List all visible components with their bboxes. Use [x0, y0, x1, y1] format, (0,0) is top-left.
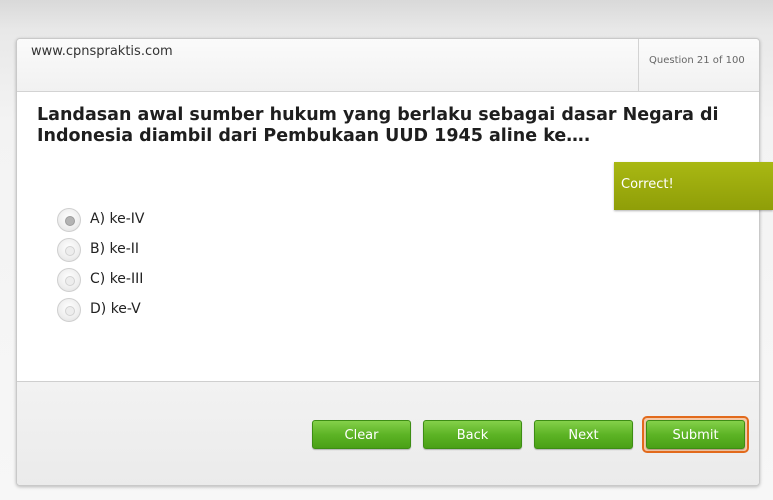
clear-button[interactable]: Clear	[312, 420, 411, 449]
submit-focus-ring: Submit	[642, 416, 749, 453]
radio-dot	[65, 216, 75, 226]
radio-option-b[interactable]	[57, 238, 81, 262]
option-c-label: C) ke-III	[90, 271, 144, 287]
question-text: Landasan awal sumber hukum yang berlaku …	[37, 105, 719, 146]
radio-dot	[65, 246, 75, 256]
option-a[interactable]: A) ke-IV	[57, 208, 257, 234]
option-d[interactable]: D) ke-V	[57, 298, 257, 324]
option-b-label: B) ke-II	[90, 241, 140, 257]
radio-option-c[interactable]	[57, 268, 81, 292]
radio-option-a[interactable]	[57, 208, 81, 232]
option-a-label: A) ke-IV	[90, 211, 145, 227]
option-c[interactable]: C) ke-III	[57, 268, 257, 294]
radio-dot	[65, 276, 75, 286]
question-counter: Question 21 of 100	[638, 39, 759, 91]
option-b[interactable]: B) ke-II	[57, 238, 257, 264]
option-d-label: D) ke-V	[90, 301, 141, 317]
next-button[interactable]: Next	[534, 420, 633, 449]
feedback-correct-tab: Correct!	[614, 162, 773, 210]
card-header: www.cpnspraktis.com Question 21 of 100	[17, 39, 759, 92]
back-button[interactable]: Back	[423, 420, 522, 449]
submit-button[interactable]: Submit	[646, 420, 745, 449]
site-label: www.cpnspraktis.com	[31, 44, 173, 59]
radio-dot	[65, 306, 75, 316]
radio-option-d[interactable]	[57, 298, 81, 322]
card-footer: Clear Back Next Submit	[17, 381, 759, 485]
quiz-card: www.cpnspraktis.com Question 21 of 100 L…	[16, 38, 760, 486]
